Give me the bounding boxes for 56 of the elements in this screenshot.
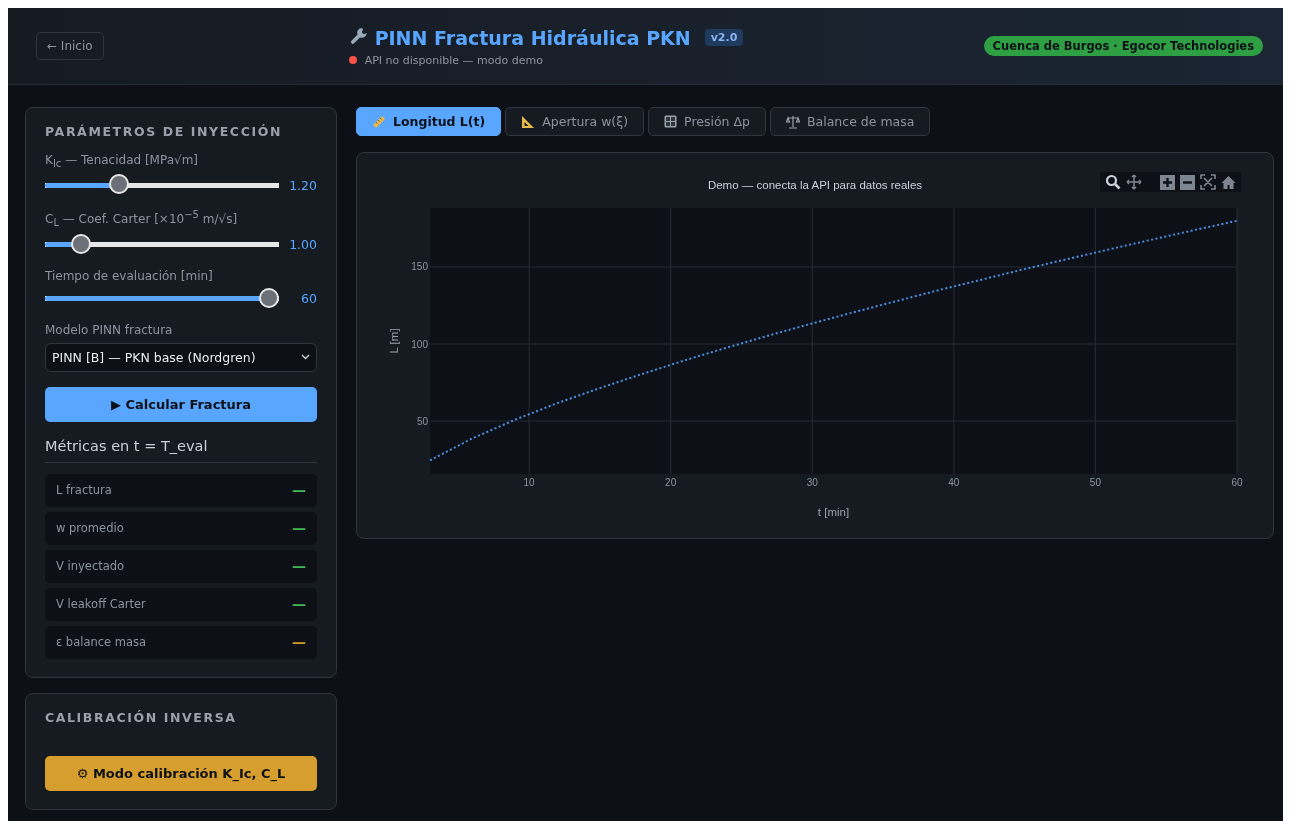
metric-value: — — [292, 634, 306, 651]
tab[interactable]: Longitud L(t) — [356, 107, 502, 136]
wrench-icon — [348, 25, 369, 46]
status-text: API no disponible — modo demo — [364, 53, 543, 67]
y-tick-label: 100 — [411, 338, 428, 350]
caret-icon — [301, 354, 310, 361]
slider-value: 1.20 — [289, 177, 317, 193]
ruler-icon — [372, 114, 386, 129]
y-axis-title: L [m] — [388, 328, 400, 354]
zoom-icon[interactable] — [1105, 174, 1121, 190]
metric-label: V inyectado — [56, 559, 125, 574]
x-tick-label: 20 — [665, 477, 677, 488]
home-icon[interactable] — [1221, 174, 1236, 190]
y-tick-label: 150 — [411, 261, 428, 273]
metric-value: — — [292, 482, 306, 499]
x-tick-label: 30 — [806, 477, 818, 488]
metric-value: — — [292, 596, 306, 613]
slider-label: C$_{L}$ — Coef. Carter [×10$^{−5}$ m/√s] — [45, 209, 239, 229]
panel-title: CALIBRACIÓN INVERSA — [45, 709, 238, 725]
select-label: Modelo PINN fractura — [45, 322, 174, 337]
app-title: PINN Fractura Hidráulica PKN — [374, 26, 691, 49]
metric-value: — — [292, 558, 306, 575]
version-badge: v2.0 — [704, 29, 744, 46]
numbers-icon — [664, 115, 678, 128]
back-button[interactable]: ← Inicio — [36, 32, 104, 60]
slider-label: Tiempo de evaluación [min] — [45, 268, 214, 283]
chart-title: Demo — conecta la API para datos reales — [707, 179, 923, 191]
tab[interactable]: Presión Δp — [648, 107, 766, 136]
x-tick-label: 60 — [1231, 477, 1243, 488]
metrics-title: Métricas en t = T_eval — [45, 437, 317, 463]
metric-value: — — [292, 520, 306, 537]
triangle-ruler-icon — [521, 114, 536, 129]
x-tick-label: 50 — [1089, 477, 1101, 488]
calculate-button[interactable]: ▶ Calcular Fractura — [45, 386, 317, 422]
slider-value: 1.00 — [289, 237, 317, 253]
calibration-button[interactable]: ⚙ Modo calibración K_Ic, C_L — [45, 755, 317, 791]
tab[interactable]: Balance de masa — [770, 107, 931, 136]
metric-label: V leakoff Carter — [56, 597, 146, 612]
metric-label: L fractura — [56, 483, 112, 498]
y-tick-label: 50 — [416, 415, 428, 427]
x-tick-label: 10 — [523, 477, 535, 488]
pan-icon[interactable] — [1126, 174, 1142, 190]
organization-badge: Cuenca de Burgos · Egocor Technologies — [983, 36, 1263, 56]
zoom-in-icon[interactable] — [1160, 174, 1175, 190]
panel-title: PARÁMETROS DE INYECCIÓN — [45, 124, 283, 139]
tab[interactable]: Apertura w(ξ) — [505, 107, 645, 136]
slider-value: 60 — [300, 291, 317, 307]
model-select[interactable]: PINN [B] — PKN base (Nordgren) — [45, 342, 317, 372]
x-tick-label: 40 — [948, 477, 960, 488]
scale-icon — [786, 114, 800, 129]
zoom-out-icon[interactable] — [1180, 174, 1195, 190]
metric-label: ε balance masa — [56, 635, 147, 650]
slider-label: K$_{Ic}$ — Tenacidad [MPa√m] — [45, 153, 200, 170]
x-axis-title: t [min] — [817, 506, 850, 518]
autoscale-icon[interactable] — [1200, 174, 1216, 190]
metric-label: w promedio — [56, 521, 124, 536]
